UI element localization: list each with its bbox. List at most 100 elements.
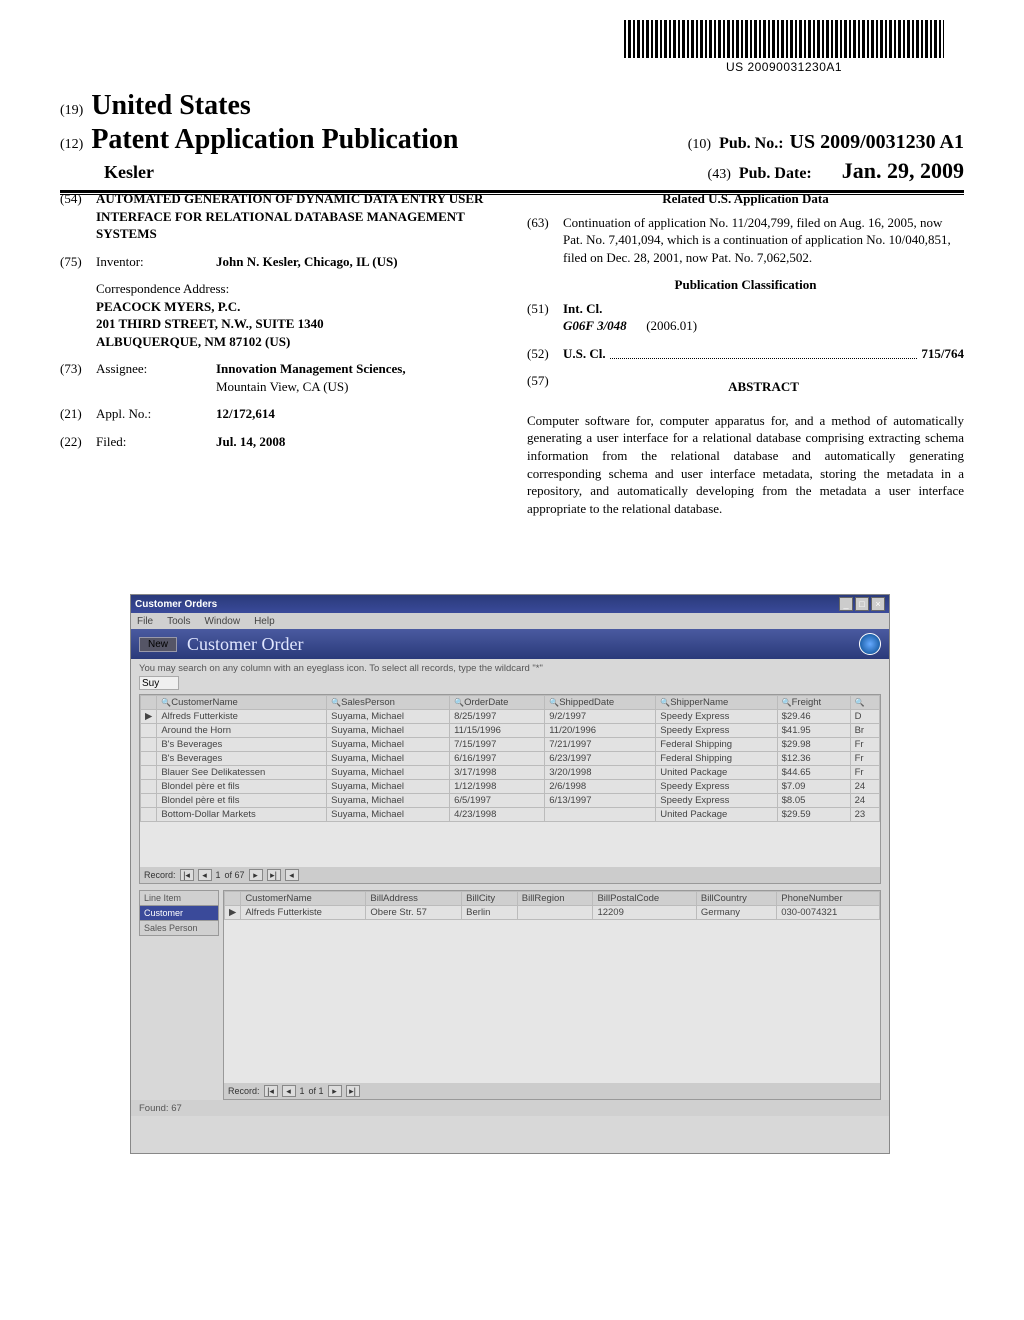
table-cell: Br [850, 724, 879, 738]
menu-file[interactable]: File [137, 616, 153, 627]
menu-window[interactable]: Window [204, 616, 240, 627]
code-12: (12) [60, 137, 83, 153]
table-cell: Fr [850, 752, 879, 766]
nav-prev-button[interactable]: ◂ [198, 869, 212, 881]
col-header-salesperson[interactable]: 🔍SalesPerson [327, 696, 450, 710]
nav2-first-button[interactable]: |◂ [264, 1085, 278, 1097]
table-row[interactable]: ▶Alfreds FutterkisteObere Str. 57Berlin1… [225, 906, 880, 920]
nav-last-button[interactable]: ▸| [267, 869, 281, 881]
vtab-line-item[interactable]: Line Item [139, 890, 219, 906]
col-header-freight[interactable]: 🔍Freight [777, 696, 850, 710]
col-header-billcountry[interactable]: BillCountry [696, 892, 776, 906]
table-cell: Fr [850, 738, 879, 752]
col-header-shippername[interactable]: 🔍ShipperName [656, 696, 777, 710]
assignee-label: Assignee: [96, 360, 216, 395]
table-cell: 23 [850, 808, 879, 822]
table-cell: Federal Shipping [656, 752, 777, 766]
col-header-customername[interactable]: 🔍CustomerName [157, 696, 327, 710]
correspondence-heading: Correspondence Address: [96, 280, 497, 298]
table-row[interactable]: B's BeveragesSuyama, Michael7/15/19977/2… [141, 738, 880, 752]
orders-grid[interactable]: 🔍CustomerName🔍SalesPerson🔍OrderDate🔍Ship… [139, 694, 881, 884]
col-header-orderdate[interactable]: 🔍OrderDate [450, 696, 545, 710]
col-header-customername[interactable]: CustomerName [241, 892, 366, 906]
table-cell: 030-0074321 [777, 906, 880, 920]
nav2-position: 1 [300, 1086, 305, 1096]
barcode [624, 20, 944, 58]
table-cell: Suyama, Michael [327, 724, 450, 738]
table-cell [141, 780, 157, 794]
barcode-id: US 20090031230A1 [624, 60, 944, 74]
col-header-billpostalcode[interactable]: BillPostalCode [593, 892, 696, 906]
pub-no-value: US 2009/0031230 A1 [790, 131, 964, 154]
table-cell: Suyama, Michael [327, 794, 450, 808]
table-cell: Berlin [462, 906, 518, 920]
table-cell [141, 808, 157, 822]
col-header-shippeddate[interactable]: 🔍ShippedDate [545, 696, 656, 710]
search-icon: 🔍 [660, 698, 670, 707]
search-input[interactable] [139, 676, 179, 690]
us-cl-value: 715/764 [921, 345, 964, 363]
col-header-billregion[interactable]: BillRegion [517, 892, 593, 906]
nav-new-button[interactable]: ◂ [285, 869, 299, 881]
col-header-billcity[interactable]: BillCity [462, 892, 518, 906]
col-header-rowmark[interactable] [141, 696, 157, 710]
table-row[interactable]: B's BeveragesSuyama, Michael6/16/19976/2… [141, 752, 880, 766]
globe-icon[interactable] [859, 633, 881, 655]
minimize-button[interactable]: _ [839, 597, 853, 611]
table-row[interactable]: Around the HornSuyama, Michael11/15/1996… [141, 724, 880, 738]
table-cell: Suyama, Michael [327, 710, 450, 724]
table-cell: 6/13/1997 [545, 794, 656, 808]
close-button[interactable]: × [871, 597, 885, 611]
table-cell [141, 724, 157, 738]
invention-title: AUTOMATED GENERATION OF DYNAMIC DATA ENT… [96, 190, 497, 243]
pub-date-value: Jan. 29, 2009 [842, 158, 964, 184]
maximize-button[interactable]: □ [855, 597, 869, 611]
inventor-value: John N. Kesler, Chicago, IL (US) [216, 253, 497, 271]
col-header-rowmark[interactable]: 🔍 [850, 696, 879, 710]
col-header-phonenumber[interactable]: PhoneNumber [777, 892, 880, 906]
code-51: (51) [527, 300, 563, 335]
table-cell: 4/23/1998 [450, 808, 545, 822]
nav-label: Record: [144, 870, 176, 880]
nav2-label: Record: [228, 1086, 260, 1096]
table-cell: 3/17/1998 [450, 766, 545, 780]
int-cl-date: (2006.01) [646, 318, 697, 333]
code-22: (22) [60, 433, 96, 451]
table-cell: Speedy Express [656, 780, 777, 794]
table-cell: $7.09 [777, 780, 850, 794]
col-header-billaddress[interactable]: BillAddress [366, 892, 462, 906]
nav-first-button[interactable]: |◂ [180, 869, 194, 881]
nav-next-button[interactable]: ▸ [249, 869, 263, 881]
code-57: (57) [527, 372, 563, 402]
table-cell: $44.65 [777, 766, 850, 780]
search-icon: 🔍 [782, 698, 792, 707]
table-row[interactable]: Blondel père et filsSuyama, Michael6/5/1… [141, 794, 880, 808]
correspondence-line-3: ALBUQUERQUE, NM 87102 (US) [96, 333, 497, 351]
new-button[interactable]: New [139, 637, 177, 652]
table-row[interactable]: ▶Alfreds FutterkisteSuyama, Michael8/25/… [141, 710, 880, 724]
assignee-location: Mountain View, CA (US) [216, 379, 348, 394]
table-cell: United Package [656, 808, 777, 822]
table-cell: Blauer See Delikatessen [157, 766, 327, 780]
vtab-customer[interactable]: Customer [139, 905, 219, 921]
table-cell: 12209 [593, 906, 696, 920]
nav2-next-button[interactable]: ▸ [328, 1085, 342, 1097]
table-cell [141, 766, 157, 780]
vtab-sales-person[interactable]: Sales Person [139, 920, 219, 936]
table-cell: $29.46 [777, 710, 850, 724]
table-cell: 11/15/1996 [450, 724, 545, 738]
table-cell: 6/5/1997 [450, 794, 545, 808]
col-header-rowmark[interactable] [225, 892, 241, 906]
menu-tools[interactable]: Tools [167, 616, 190, 627]
table-cell: Speedy Express [656, 724, 777, 738]
customer-detail-grid[interactable]: CustomerNameBillAddressBillCityBillRegio… [223, 890, 881, 1100]
nav2-prev-button[interactable]: ◂ [282, 1085, 296, 1097]
nav2-last-button[interactable]: ▸| [346, 1085, 360, 1097]
table-row[interactable]: Blondel père et filsSuyama, Michael1/12/… [141, 780, 880, 794]
country-name: United States [91, 90, 250, 122]
table-row[interactable]: Blauer See DelikatessenSuyama, Michael3/… [141, 766, 880, 780]
menu-help[interactable]: Help [254, 616, 275, 627]
table-row[interactable]: Bottom-Dollar MarketsSuyama, Michael4/23… [141, 808, 880, 822]
table-cell: Suyama, Michael [327, 780, 450, 794]
code-21: (21) [60, 405, 96, 423]
